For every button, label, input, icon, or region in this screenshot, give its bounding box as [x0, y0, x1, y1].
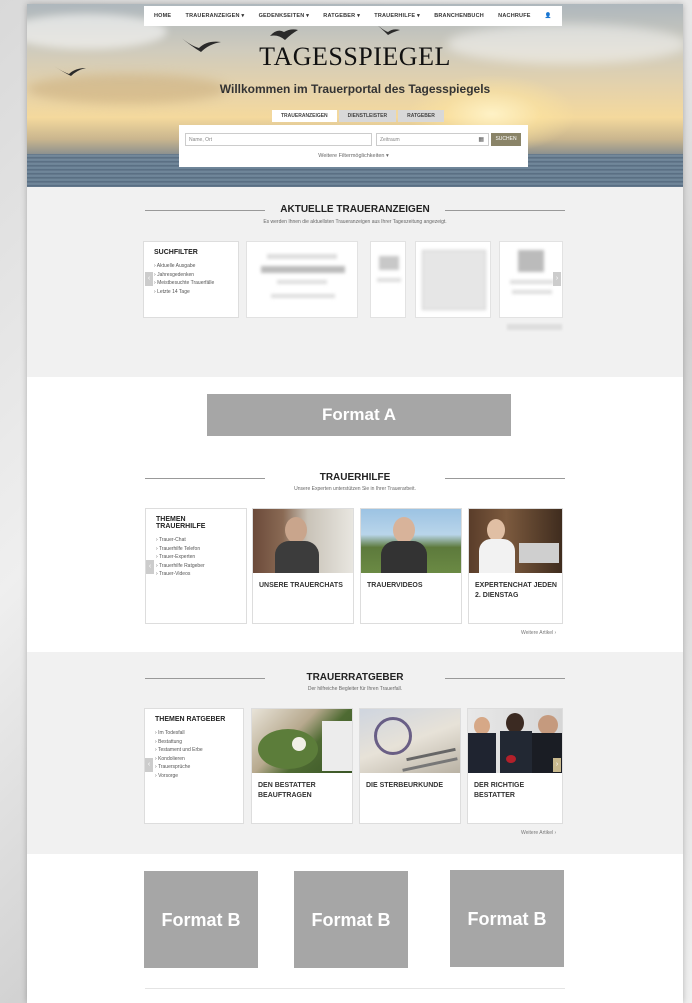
article-card[interactable]: TRAUERVIDEOS — [360, 508, 462, 624]
article-card[interactable]: DEN BESTATTER BEAUFTRAGEN — [251, 708, 353, 824]
suchfilter-card: SUCHFILTER Aktuelle Ausgabe Jahresgedenk… — [143, 241, 239, 318]
ratgeber-subtitle: Der hilfreiche Begleiter für Ihren Traue… — [307, 686, 403, 692]
topic-item[interactable]: Im Todesfall — [155, 729, 233, 738]
tab-ratgeber[interactable]: RATGEBER — [398, 110, 444, 122]
filter-item[interactable]: Meistbesuchte Trauerfälle — [154, 279, 228, 288]
page-frame: HOME TRAUERANZEIGEN ▾ GEDENKSEITEN ▾ RAT… — [27, 4, 683, 1003]
topic-item[interactable]: Trauerhilfe Ratgeber — [156, 562, 236, 571]
filter-item[interactable]: Letzte 14 Tage — [154, 288, 228, 297]
search-button[interactable]: SUCHEN — [491, 133, 521, 146]
ad-placeholder-format-b: Format B — [144, 871, 258, 968]
card-title: DER RICHTIGE BESTATTER — [474, 782, 525, 799]
ad-placeholder-format-b: Format B — [450, 870, 564, 967]
tagesspiegel-logo[interactable]: TAGESSPIEGEL — [27, 42, 683, 72]
themen-ratgeber-title: THEMEN RATGEBER — [155, 716, 226, 723]
footer-divider — [145, 988, 565, 989]
article-card[interactable]: DIE STERBEURKUNDE — [359, 708, 461, 824]
suchfilter-title: SUCHFILTER — [154, 249, 198, 256]
trauerhilfe-subtitle: Unsere Experten unterstützen Sie in Ihre… — [294, 486, 416, 492]
certificate-photo — [360, 709, 460, 773]
nav-item-traueranzeigen[interactable]: TRAUERANZEIGEN ▾ — [186, 13, 245, 19]
card-title: TRAUERVIDEOS — [367, 582, 423, 589]
topic-item[interactable]: Trauer-Experten — [156, 553, 236, 562]
user-icon[interactable]: 👤 — [545, 13, 552, 19]
date-range-input[interactable]: Zeitraum ▦ — [376, 133, 489, 146]
trauerhilfe-title: TRAUERHILFE — [145, 472, 565, 483]
nav-item-ratgeber[interactable]: RATGEBER ▾ — [323, 13, 360, 19]
undertaker-photo — [468, 709, 562, 773]
carousel-next-arrow[interactable]: › — [553, 758, 561, 772]
video-expert-photo — [361, 509, 461, 573]
format-b-label: Format B — [467, 908, 547, 929]
tab-traueranzeigen[interactable]: TRAUERANZEIGEN — [272, 110, 337, 122]
hero-banner: HOME TRAUERANZEIGEN ▾ GEDENKSEITEN ▾ RAT… — [27, 4, 683, 187]
topic-item[interactable]: Trauerhilfe Telefon — [156, 545, 236, 554]
article-card[interactable]: UNSERE TRAUERCHATS — [252, 508, 354, 624]
nav-item-branchenbuch[interactable]: BRANCHENBUCH — [434, 13, 484, 19]
topic-item[interactable]: Vorsorge — [155, 772, 233, 781]
themen-trauerhilfe-title: THEMEN TRAUERHILFE — [156, 516, 206, 530]
ad-placeholder-format-b: Format B — [294, 871, 408, 968]
obituary-card[interactable] — [370, 241, 406, 318]
tab-dienstleister[interactable]: DIENSTLEISTER — [338, 110, 397, 122]
main-navigation: HOME TRAUERANZEIGEN ▾ GEDENKSEITEN ▾ RAT… — [144, 6, 562, 26]
filter-item[interactable]: Aktuelle Ausgabe — [154, 262, 228, 271]
ad-placeholder-format-a: Format A — [207, 394, 511, 436]
article-card[interactable]: DER RICHTIGE BESTATTER — [467, 708, 563, 824]
aktuelle-title: AKTUELLE TRAUERANZEIGEN — [145, 204, 565, 215]
nav-item-trauerhilfe[interactable]: TRAUERHILFE ▾ — [374, 13, 420, 19]
obituary-card[interactable] — [415, 241, 491, 318]
obituary-card[interactable] — [246, 241, 358, 318]
chat-expert-photo — [253, 509, 353, 573]
topic-item[interactable]: Testament und Erbe — [155, 746, 233, 755]
topic-item[interactable]: Trauer-Videos — [156, 570, 236, 579]
carousel-prev-arrow[interactable]: ‹ — [146, 560, 154, 574]
topic-item[interactable]: Kondolieren — [155, 755, 233, 764]
welcome-heading: Willkommen im Trauerportal des Tagesspie… — [219, 82, 491, 96]
card-title: EXPERTENCHAT JEDEN 2. DIENSTAG — [475, 582, 557, 599]
more-articles-link[interactable]: Weitere Artikel › — [521, 830, 556, 836]
more-articles-link[interactable]: Weitere Artikel › — [521, 630, 556, 636]
more-filters-link[interactable]: Weitere Filtermöglichkeiten ▾ — [179, 153, 528, 159]
date-range-placeholder: Zeitraum — [380, 137, 400, 143]
article-card[interactable]: EXPERTENCHAT JEDEN 2. DIENSTAG — [468, 508, 563, 624]
format-b-label: Format B — [311, 909, 391, 930]
florist-photo — [252, 709, 352, 773]
name-location-input[interactable]: Name, Ort — [185, 133, 372, 146]
themen-ratgeber-card: THEMEN RATGEBER Im Todesfall Bestattung … — [144, 708, 244, 824]
topic-item[interactable]: Trauersprüche — [155, 763, 233, 772]
expertchat-photo — [469, 509, 562, 573]
card-title: UNSERE TRAUERCHATS — [259, 582, 343, 589]
nav-item-gedenkseiten[interactable]: GEDENKSEITEN ▾ — [259, 13, 310, 19]
aktuelle-subtitle: Es werden Ihnen die aktuellsten Traueran… — [263, 219, 447, 225]
topic-item[interactable]: Trauer-Chat — [156, 536, 236, 545]
more-obituaries-link[interactable] — [507, 324, 562, 330]
search-panel: Name, Ort Zeitraum ▦ SUCHEN Weitere Filt… — [179, 125, 528, 167]
nav-item-home[interactable]: HOME — [154, 13, 171, 19]
carousel-next-arrow[interactable]: › — [553, 272, 561, 286]
ratgeber-title: TRAUERRATGEBER — [145, 672, 565, 683]
carousel-prev-arrow[interactable]: ‹ — [145, 272, 153, 286]
card-title: DEN BESTATTER BEAUFTRAGEN — [258, 782, 316, 799]
card-title: DIE STERBEURKUNDE — [366, 782, 444, 789]
search-tabs: TRAUERANZEIGEN DIENSTLEISTER RATGEBER — [272, 110, 444, 122]
topic-item[interactable]: Bestattung — [155, 738, 233, 747]
seagull-icon — [270, 29, 298, 40]
carousel-prev-arrow[interactable]: ‹ — [145, 758, 153, 772]
calendar-icon[interactable]: ▦ — [478, 136, 484, 143]
format-b-label: Format B — [161, 909, 241, 930]
nav-item-nachrufe[interactable]: NACHRUFE — [498, 13, 530, 19]
themen-trauerhilfe-card: THEMEN TRAUERHILFE Trauer-Chat Trauerhil… — [145, 508, 247, 624]
filter-item[interactable]: Jahresgedenken — [154, 271, 228, 280]
